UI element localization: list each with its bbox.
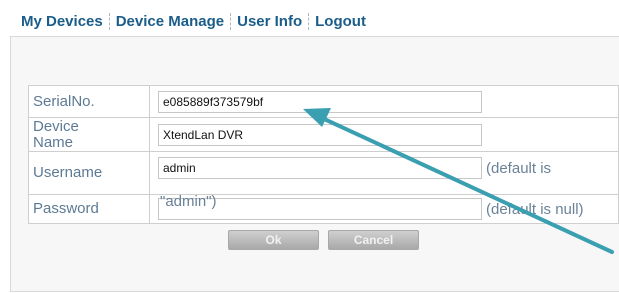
password-row: Password (default is null): [28, 194, 619, 224]
cancel-button[interactable]: Cancel: [328, 229, 419, 250]
password-label: Password: [28, 194, 150, 224]
nav-separator: [230, 12, 232, 30]
password-hint: (default is null): [486, 200, 584, 218]
nav-logout[interactable]: Logout: [315, 13, 366, 30]
device-name-input[interactable]: XtendLan DVR: [158, 123, 482, 146]
serial-cell: e085889f373579bf: [149, 85, 619, 118]
nav-separator: [308, 12, 310, 30]
buttons-cell: Ok Cancel: [28, 223, 619, 253]
device-name-row: Device Name XtendLan DVR: [28, 117, 619, 152]
ok-button[interactable]: Ok: [228, 229, 319, 250]
buttons-row: Ok Cancel: [28, 223, 619, 253]
device-name-label: Device Name: [28, 117, 150, 152]
serial-row: SerialNo. e085889f373579bf: [28, 85, 619, 118]
nav-my-devices[interactable]: My Devices: [21, 13, 103, 30]
button-group: Ok Cancel: [29, 228, 619, 250]
username-row: Username admin (default is: [28, 151, 619, 195]
serial-input[interactable]: e085889f373579bf: [158, 90, 482, 113]
nav-device-manage[interactable]: Device Manage: [116, 13, 224, 30]
username-input[interactable]: admin: [158, 157, 482, 179]
device-name-label-line2: Name: [33, 133, 74, 151]
top-navigation: My Devices Device Manage User Info Logou…: [21, 10, 366, 32]
serial-label: SerialNo.: [28, 85, 150, 118]
nav-user-info[interactable]: User Info: [237, 13, 302, 30]
device-form: SerialNo. e085889f373579bf Device Name X…: [28, 85, 619, 253]
password-cell: (default is null): [149, 194, 619, 224]
username-label: Username: [28, 151, 150, 195]
username-cell: admin (default is: [149, 151, 619, 195]
device-name-cell: XtendLan DVR: [149, 117, 619, 152]
username-hint-line2: "admin"): [160, 193, 217, 210]
nav-separator: [108, 12, 110, 30]
username-hint: (default is: [486, 159, 552, 177]
device-name-label-line1: Device: [33, 117, 79, 135]
